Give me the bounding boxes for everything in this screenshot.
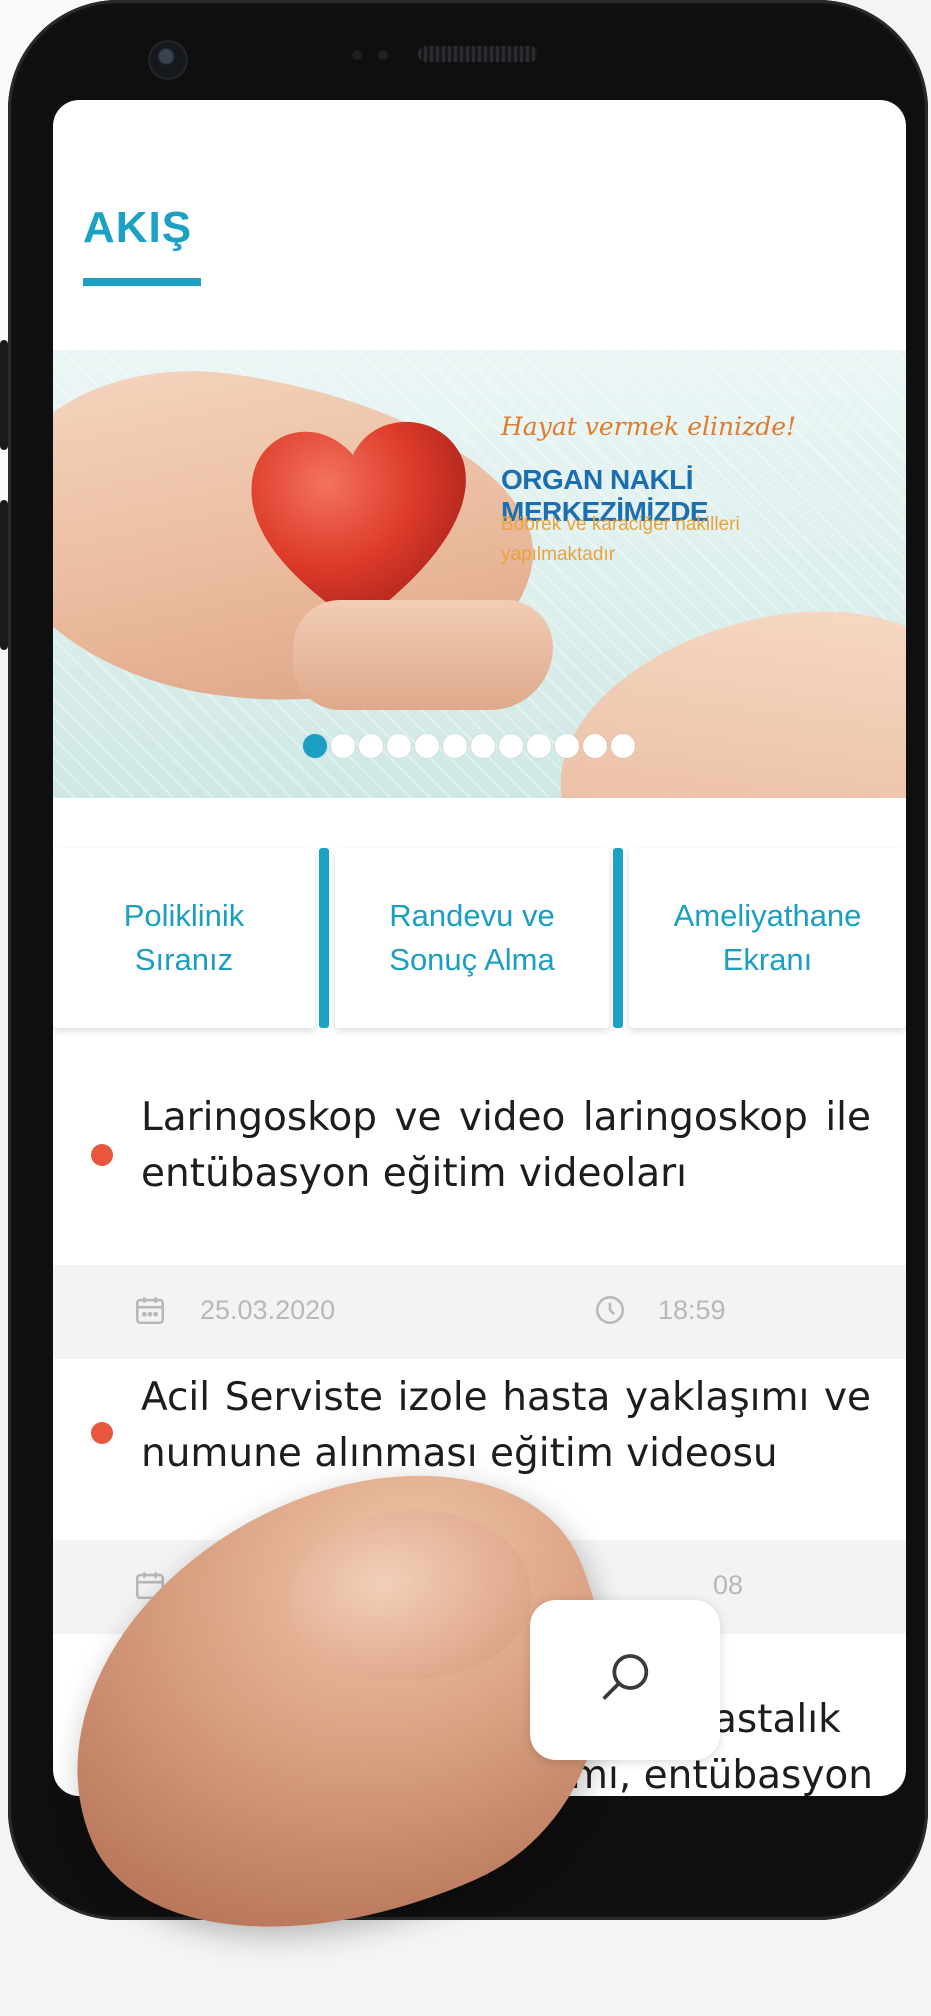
list-item[interactable]: Laringoskop ve video laringoskop ile ent… [53,1090,906,1370]
banner-hand-fingers [293,600,553,710]
clock-icon [595,1295,625,1325]
front-camera [148,40,188,80]
card-divider [319,848,329,1028]
quick-links: Poliklinik Sıranız Randevu ve Sonuç Alma… [53,848,906,1028]
banner-carousel[interactable]: Hayat vermek elinizde! ORGAN NAKLİ MERKE… [53,350,906,798]
poliklinik-siraniz-button[interactable]: Poliklinik Sıranız [53,848,315,1028]
earpiece-speaker [418,46,538,62]
card-label: Ameliyathane Ekranı [673,898,862,977]
search-icon [602,1654,649,1700]
proximity-sensor [378,50,388,60]
title-underline [83,278,201,286]
carousel-dot[interactable] [331,734,355,758]
carousel-dot[interactable] [471,734,495,758]
feed-item-time: 18:59 [658,1295,726,1325]
carousel-dot[interactable] [415,734,439,758]
carousel-dot[interactable] [443,734,467,758]
phone-side-button [0,340,8,450]
bullet-dot [91,1422,113,1444]
feed-item-date: 25.03.2020 [200,1295,336,1325]
carousel-dot[interactable] [611,734,635,758]
carousel-dot[interactable] [387,734,411,758]
proximity-sensor [352,50,362,60]
carousel-indicators [303,734,635,758]
card-label: Randevu ve Sonuç Alma [389,898,555,977]
ameliyathane-ekrani-button[interactable]: Ameliyathane Ekranı [629,848,906,1028]
feed-item-title: Acil Serviste izole hasta yaklaşımı ve n… [141,1375,871,1476]
banner-tagline: Hayat vermek elinizde! [501,412,797,441]
randevu-sonuc-button[interactable]: Randevu ve Sonuç Alma [335,848,609,1028]
carousel-dot[interactable] [499,734,523,758]
feed-item-meta: 25.03.2020 18:59 [53,1265,906,1359]
feed-item-title: Laringoskop ve video laringoskop ile ent… [141,1095,871,1196]
phone-side-button [0,500,8,650]
banner-subtitle: Böbrek ve karaciğer nakilleri yapılmakta… [501,514,740,565]
carousel-dot-active[interactable] [303,734,327,758]
bullet-dot [91,1144,113,1166]
carousel-dot[interactable] [583,734,607,758]
page-title: AKIŞ [83,203,193,252]
calendar-icon [135,1297,165,1325]
carousel-dot[interactable] [359,734,383,758]
carousel-dot[interactable] [555,734,579,758]
card-label: Poliklinik Sıranız [123,898,245,977]
feed-item-time: 08 [713,1570,744,1600]
card-divider [613,848,623,1028]
search-button[interactable] [530,1600,720,1760]
feed-item-title-partial: astalık [713,1697,841,1742]
carousel-dot[interactable] [527,734,551,758]
